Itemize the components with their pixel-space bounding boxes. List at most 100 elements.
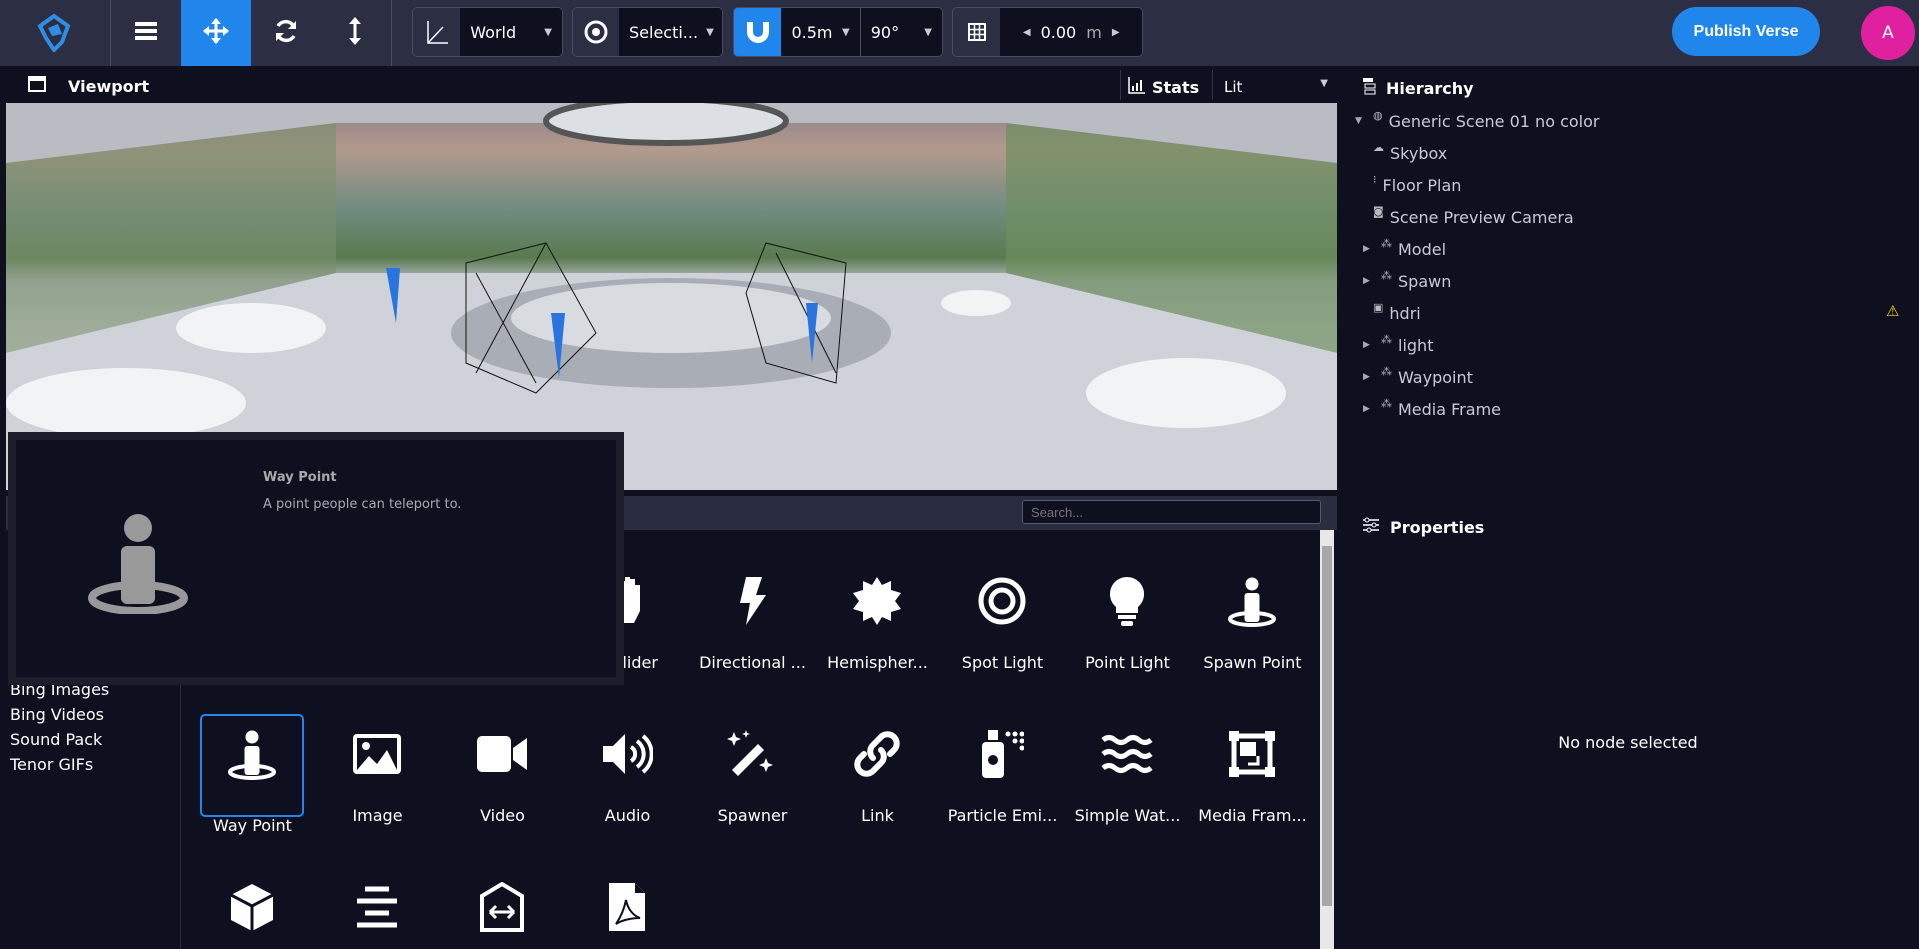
asset-category[interactable]: Bing Videos (10, 705, 104, 724)
translate-tool-button[interactable] (181, 0, 251, 66)
tooltip-title: Way Point (263, 470, 337, 485)
hierarchy-item[interactable]: ☁ Skybox (1355, 139, 1447, 167)
asset-item[interactable]: Hemispher... (825, 571, 929, 672)
asset-item[interactable]: Point Light (1075, 571, 1179, 672)
menu-button[interactable] (111, 0, 181, 66)
asset-category[interactable]: Tenor GIFs (10, 755, 93, 774)
hierarchy-item[interactable]: ▶ ⁂ Model (1363, 235, 1446, 263)
hierarchy-item-label: Floor Plan (1382, 175, 1462, 195)
spray-icon (950, 724, 1054, 784)
objects-icon: ⁂ (1381, 237, 1392, 250)
asset-tooltip: Way Point A point people can teleport to… (8, 432, 624, 685)
magnet-icon[interactable] (734, 8, 782, 56)
grid-group: ◀ 0.00 m ▶ (952, 7, 1143, 57)
grid-height-stepper[interactable]: ◀ 0.00 m ▶ (1000, 8, 1142, 56)
hierarchy-item[interactable]: ⁝ Floor Plan (1355, 171, 1461, 199)
hierarchy-item-label: Media Frame (1398, 399, 1501, 419)
hierarchy-item[interactable]: ◙ Scene Preview Camera (1355, 203, 1574, 231)
hierarchy-header: Hierarchy (1362, 77, 1474, 99)
objects-icon: ⁂ (1381, 269, 1392, 282)
rotate-tool-button[interactable] (251, 0, 321, 66)
asset-item-label: Media Fram... (1198, 806, 1307, 825)
grid-icon[interactable] (953, 8, 1000, 56)
toolbar: World ▼ Selecti... ▼ 0.5m ▼ 90° ▼ ◀ 0.00 m ▶… (0, 0, 1919, 66)
scrollbar-thumb[interactable] (1322, 546, 1332, 906)
asset-scrollbar[interactable] (1320, 530, 1334, 949)
asset-search-input[interactable] (1022, 500, 1321, 524)
asset-item-label: Spawn Point (1203, 653, 1302, 672)
objects-icon: ⁂ (1381, 397, 1392, 410)
asset-category[interactable]: Sound Pack (10, 730, 102, 749)
hierarchy-item[interactable]: ▼ ◍ Generic Scene 01 no color (1355, 107, 1599, 135)
asset-item[interactable]: Video (450, 724, 554, 825)
asset-item[interactable]: Directional ... (699, 571, 806, 672)
asset-item[interactable]: Audio (575, 724, 679, 825)
select-value: 0.5m (791, 22, 833, 42)
asset-item-label: Way Point (213, 816, 292, 835)
cloud-icon: ☁ (1373, 141, 1384, 154)
globe-icon: ◍ (1373, 109, 1383, 122)
asset-item[interactable]: Media Fram... (1198, 724, 1307, 825)
asset-item[interactable]: Way Point (200, 714, 304, 835)
volume-icon (575, 724, 679, 784)
hierarchy-item[interactable]: ▶ ⁂ light (1363, 331, 1433, 359)
hierarchy-item[interactable]: ▶ ⁂ Waypoint (1363, 363, 1473, 391)
asset-item[interactable] (200, 877, 304, 937)
render-mode-select[interactable]: Lit ▼ (1224, 78, 1328, 96)
asset-item[interactable]: Spawner (700, 724, 804, 825)
asset-item[interactable]: Image (325, 724, 429, 825)
caret-right-icon[interactable]: ▶ (1363, 244, 1375, 254)
water-icon (1075, 724, 1179, 784)
publish-button[interactable]: Publish Verse (1672, 7, 1820, 56)
snap-distance-select[interactable]: 0.5m ▼ (781, 8, 861, 56)
hierarchy-item-label: Spawn (1398, 271, 1452, 291)
hierarchy-item[interactable]: ▶ ⁂ Spawn (1363, 267, 1451, 295)
chevron-down-icon: ▼ (544, 26, 552, 38)
asset-item[interactable]: Spot Light (950, 571, 1054, 672)
caret-right-icon[interactable]: ▶ (1363, 372, 1375, 382)
caret-right-icon[interactable]: ▶ (1363, 276, 1375, 286)
asset-item[interactable]: Particle Emi... (948, 724, 1057, 825)
sliders-icon (1362, 517, 1380, 537)
avatar[interactable]: A (1861, 6, 1915, 60)
vertical-arrows-icon (348, 17, 362, 49)
hierarchy-item[interactable]: ▣ hdri (1355, 299, 1421, 327)
warning-icon[interactable]: ⚠ (1886, 302, 1899, 320)
pivot-select[interactable]: Selecti... ▼ (619, 8, 722, 56)
bolt-icon (700, 571, 804, 631)
portal-icon (450, 877, 554, 937)
app-logo[interactable] (36, 13, 72, 56)
asset-item[interactable] (575, 877, 679, 937)
asset-item[interactable]: Spawn Point (1200, 571, 1304, 672)
target-icon (573, 8, 619, 56)
select-value: Selecti... (629, 22, 699, 42)
increment-icon[interactable]: ▶ (1112, 27, 1120, 38)
grid-value[interactable]: 0.00 (1041, 23, 1077, 42)
asset-item[interactable] (325, 877, 429, 937)
hierarchy-item-label: Generic Scene 01 no color (1388, 111, 1600, 131)
stats-label: Stats (1152, 77, 1200, 97)
asset-item[interactable]: Link (825, 724, 929, 825)
transform-space-select[interactable]: World ▼ (460, 8, 562, 56)
hierarchy-item-label: hdri (1389, 303, 1421, 323)
scale-tool-button[interactable] (320, 0, 390, 66)
asset-item[interactable] (450, 877, 554, 937)
snap-angle-select[interactable]: 90° ▼ (860, 8, 942, 56)
divider (1212, 70, 1213, 100)
objects-icon: ⁂ (1381, 333, 1392, 346)
hierarchy-item[interactable]: ▶ ⁂ Media Frame (1363, 395, 1501, 423)
decrement-icon[interactable]: ◀ (1023, 27, 1031, 38)
properties-title: Properties (1390, 517, 1485, 537)
stats-button[interactable]: Stats (1128, 76, 1199, 98)
divider (1120, 70, 1121, 100)
align-center-icon (325, 877, 429, 937)
asset-item[interactable]: Simple Wat... (1075, 724, 1180, 825)
caret-down-icon[interactable]: ▼ (1355, 116, 1367, 126)
image-icon: ▣ (1373, 301, 1384, 314)
cube-icon (200, 877, 304, 937)
caret-right-icon[interactable]: ▶ (1363, 340, 1375, 350)
hierarchy-title: Hierarchy (1386, 78, 1474, 98)
floor-plan-icon: ⁝ (1373, 173, 1377, 186)
chart-icon (1128, 76, 1146, 98)
caret-right-icon[interactable]: ▶ (1363, 404, 1375, 414)
